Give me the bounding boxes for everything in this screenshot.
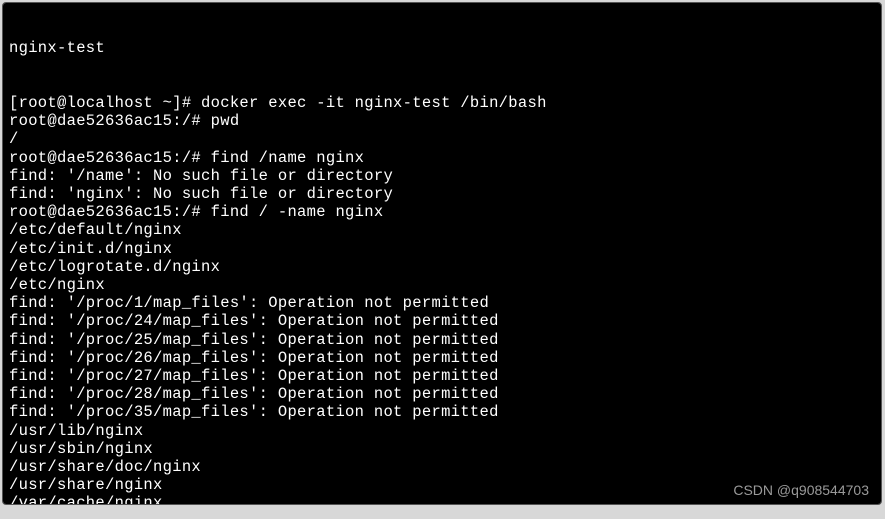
terminal-window: nginx-test [root@localhost ~]# docker ex… bbox=[2, 2, 882, 505]
terminal-line: /etc/logrotate.d/nginx bbox=[9, 258, 875, 276]
terminal-line: /usr/lib/nginx bbox=[9, 422, 875, 440]
terminal-line: find: 'nginx': No such file or directory bbox=[9, 185, 875, 203]
terminal-line: /usr/share/doc/nginx bbox=[9, 458, 875, 476]
terminal-output[interactable]: nginx-test [root@localhost ~]# docker ex… bbox=[3, 3, 881, 505]
terminal-line: /etc/default/nginx bbox=[9, 221, 875, 239]
terminal-line: /etc/init.d/nginx bbox=[9, 240, 875, 258]
terminal-line: find: '/proc/35/map_files': Operation no… bbox=[9, 403, 875, 421]
terminal-line: find: '/proc/27/map_files': Operation no… bbox=[9, 367, 875, 385]
terminal-line: find: '/proc/28/map_files': Operation no… bbox=[9, 385, 875, 403]
terminal-line: find: '/proc/25/map_files': Operation no… bbox=[9, 331, 875, 349]
terminal-line: find: '/proc/24/map_files': Operation no… bbox=[9, 312, 875, 330]
terminal-line: [root@localhost ~]# docker exec -it ngin… bbox=[9, 94, 875, 112]
terminal-line: root@dae52636ac15:/# find / -name nginx bbox=[9, 203, 875, 221]
terminal-line: find: '/proc/26/map_files': Operation no… bbox=[9, 349, 875, 367]
terminal-line: /etc/nginx bbox=[9, 276, 875, 294]
watermark-text: CSDN @q908544703 bbox=[733, 482, 869, 498]
terminal-line: root@dae52636ac15:/# pwd bbox=[9, 112, 875, 130]
terminal-line: find: '/name': No such file or directory bbox=[9, 167, 875, 185]
terminal-line: / bbox=[9, 130, 875, 148]
terminal-line: find: '/proc/1/map_files': Operation not… bbox=[9, 294, 875, 312]
terminal-line: root@dae52636ac15:/# find /name nginx bbox=[9, 149, 875, 167]
terminal-line: /usr/sbin/nginx bbox=[9, 440, 875, 458]
partial-top-line: nginx-test bbox=[9, 39, 875, 57]
